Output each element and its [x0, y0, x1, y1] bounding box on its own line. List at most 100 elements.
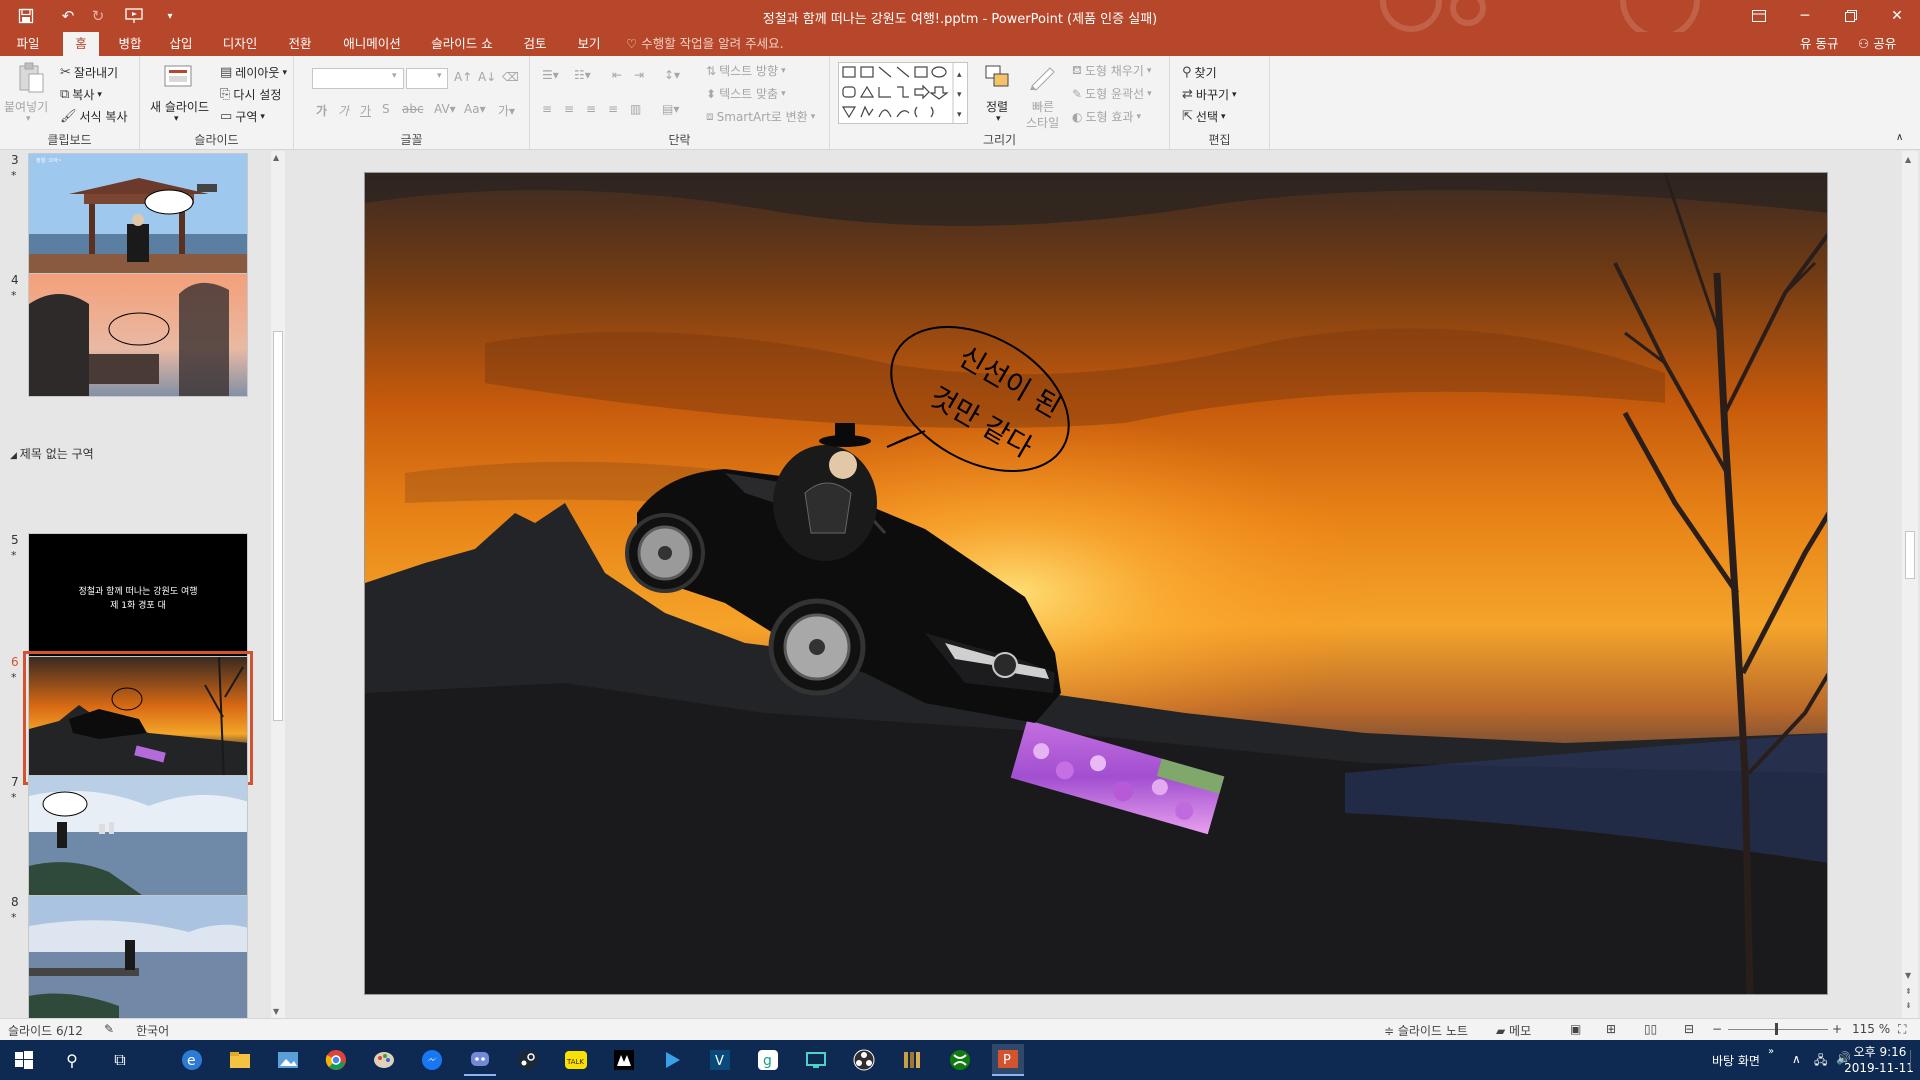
- slide-thumbnail-3[interactable]: [28, 153, 248, 277]
- unreal-icon[interactable]: [608, 1044, 640, 1076]
- slide-thumbnail-4[interactable]: [28, 273, 248, 397]
- slide-thumbnail-7[interactable]: [28, 775, 248, 899]
- obs-icon[interactable]: [848, 1044, 880, 1076]
- file-explorer-icon[interactable]: [224, 1044, 256, 1076]
- desktop-toolbar-label[interactable]: 바탕 화면: [1712, 1052, 1760, 1069]
- library-icon[interactable]: [896, 1044, 928, 1076]
- replace-button[interactable]: ⇄ 바꾸기 ▾: [1182, 86, 1237, 103]
- clear-formatting-icon[interactable]: ⌫: [502, 70, 519, 84]
- discord-icon[interactable]: [464, 1044, 496, 1076]
- grow-font-icon[interactable]: A↑: [454, 70, 472, 84]
- tab-home[interactable]: 홈: [63, 32, 99, 56]
- scrollbar-thumb[interactable]: [273, 331, 283, 721]
- align-left-icon[interactable]: ≡: [542, 102, 552, 116]
- bullets-icon[interactable]: ☰▾: [542, 68, 559, 82]
- tab-slideshow[interactable]: 슬라이드 쇼: [424, 32, 500, 56]
- smartart-button[interactable]: ⧈ SmartArt로 변환 ▾: [706, 108, 815, 125]
- current-slide[interactable]: 신선이 된 것만 같다: [364, 172, 1828, 995]
- slide-thumbnail-8[interactable]: [28, 895, 248, 1018]
- zoom-level[interactable]: 115 %: [1852, 1022, 1890, 1036]
- layout-button[interactable]: ▤ 레이아웃 ▾: [220, 64, 287, 81]
- align-center-icon[interactable]: ≡: [564, 102, 574, 116]
- shape-effects-button[interactable]: ◐ 도형 효과 ▾: [1072, 108, 1141, 125]
- section-button[interactable]: ▭ 구역 ▾: [220, 108, 265, 125]
- notes-button[interactable]: ≑ 슬라이드 노트: [1384, 1022, 1468, 1039]
- zoom-in-icon[interactable]: +: [1832, 1022, 1842, 1036]
- tab-design[interactable]: 디자인: [215, 32, 265, 56]
- normal-view-icon[interactable]: ▣: [1570, 1022, 1581, 1036]
- numbering-icon[interactable]: ☷▾: [574, 68, 591, 82]
- reading-view-icon[interactable]: ▯▯: [1644, 1022, 1657, 1036]
- zoom-out-icon[interactable]: −: [1712, 1022, 1722, 1036]
- bold-icon[interactable]: 가: [316, 102, 327, 119]
- paste-dropdown-icon[interactable]: ▾: [26, 114, 31, 124]
- paragraph-spacing-icon[interactable]: ▤▾: [662, 102, 679, 116]
- messenger-icon[interactable]: [416, 1044, 448, 1076]
- strikethrough-icon[interactable]: abc: [402, 102, 424, 116]
- scroll-down-icon[interactable]: ▼: [1905, 971, 1911, 980]
- text-direction-button[interactable]: ⇅ 텍스트 방향 ▾: [706, 62, 786, 79]
- columns-icon[interactable]: ▥: [630, 102, 641, 116]
- zoom-slider[interactable]: [1728, 1029, 1828, 1030]
- kakaotalk-icon[interactable]: TALK: [560, 1044, 592, 1076]
- video-player-icon[interactable]: [656, 1044, 688, 1076]
- paste-icon[interactable]: [14, 62, 48, 93]
- edge-icon[interactable]: e: [176, 1044, 208, 1076]
- char-spacing-icon[interactable]: AV▾: [434, 102, 456, 116]
- slideshow-view-icon[interactable]: ⊟: [1684, 1022, 1694, 1036]
- quick-styles-icon[interactable]: [1026, 62, 1060, 92]
- cut-button[interactable]: ✂ 잘라내기: [60, 64, 118, 81]
- select-button[interactable]: ⇱ 선택 ▾: [1182, 108, 1226, 125]
- share-button[interactable]: ⚇ 공유: [1858, 32, 1896, 56]
- slide-thumbnail-6[interactable]: [23, 651, 253, 785]
- search-icon[interactable]: ⚲: [56, 1044, 88, 1076]
- photos-icon[interactable]: [272, 1044, 304, 1076]
- section-header[interactable]: ◢ 제목 없는 구역: [10, 445, 94, 462]
- thumbnail-scrollbar[interactable]: ▲ ▼: [271, 151, 285, 1018]
- decrease-indent-icon[interactable]: ⇤: [612, 68, 622, 82]
- ribbon-display-options-icon[interactable]: [1736, 0, 1782, 32]
- clock-time[interactable]: 오후 9:16: [1852, 1043, 1908, 1060]
- toolbar-overflow-icon[interactable]: »: [1768, 1046, 1774, 1057]
- spellcheck-icon[interactable]: ✎: [104, 1022, 114, 1036]
- close-icon[interactable]: ✕: [1874, 0, 1920, 32]
- tab-view[interactable]: 보기: [566, 32, 612, 56]
- arrange-button[interactable]: 정렬: [986, 98, 1008, 115]
- comments-button[interactable]: ▰ 메모: [1496, 1022, 1531, 1039]
- font-size-dropdown-icon[interactable]: ▾: [437, 71, 442, 81]
- new-slide-dropdown-icon[interactable]: ▾: [174, 114, 179, 124]
- shape-outline-button[interactable]: ✎ 도형 윤곽선 ▾: [1072, 85, 1152, 102]
- powerpoint-icon[interactable]: P: [992, 1044, 1024, 1076]
- change-case-icon[interactable]: Aa▾: [464, 102, 486, 116]
- shape-fill-button[interactable]: ⛾ 도형 채우기 ▾: [1072, 62, 1151, 79]
- task-view-icon[interactable]: ⧉: [104, 1044, 136, 1076]
- tab-merge[interactable]: 병합: [110, 32, 150, 56]
- font-name-combo[interactable]: [312, 68, 404, 89]
- remote-icon[interactable]: [800, 1044, 832, 1076]
- scrollbar-thumb[interactable]: [1905, 531, 1915, 579]
- paste-button[interactable]: 붙여넣기: [4, 98, 48, 115]
- scroll-down-icon[interactable]: ▼: [273, 1007, 279, 1016]
- arrange-dropdown-icon[interactable]: ▾: [996, 114, 1001, 124]
- restore-icon[interactable]: [1828, 0, 1874, 32]
- tab-review[interactable]: 검토: [512, 32, 558, 56]
- tab-insert[interactable]: 삽입: [161, 32, 201, 56]
- tell-me-box[interactable]: ♡ 수행할 작업을 알려 주세요.: [626, 32, 784, 56]
- scroll-up-icon[interactable]: ▲: [273, 153, 279, 162]
- tab-transitions[interactable]: 전환: [277, 32, 323, 56]
- editor-scrollbar[interactable]: ▲ ▼ ⇞ ⇟: [1902, 151, 1918, 1018]
- zoom-slider-thumb[interactable]: [1775, 1023, 1778, 1035]
- copy-button[interactable]: ⧉ 복사 ▾: [60, 86, 102, 103]
- line-spacing-icon[interactable]: ↕▾: [664, 68, 680, 82]
- font-color-icon[interactable]: 가▾: [498, 102, 515, 119]
- increase-indent-icon[interactable]: ⇥: [634, 68, 644, 82]
- tab-animations[interactable]: 애니메이션: [336, 32, 408, 56]
- new-slide-icon[interactable]: [162, 62, 196, 92]
- show-hidden-icons-icon[interactable]: ∧: [1792, 1052, 1801, 1066]
- xbox-icon[interactable]: [944, 1044, 976, 1076]
- quick-styles-label-1[interactable]: 빠른: [1032, 98, 1054, 115]
- next-slide-icon[interactable]: ⇟: [1905, 1001, 1912, 1010]
- shrink-font-icon[interactable]: A↓: [478, 70, 496, 84]
- tab-file[interactable]: 파일: [8, 32, 48, 56]
- gom-icon[interactable]: g: [752, 1044, 784, 1076]
